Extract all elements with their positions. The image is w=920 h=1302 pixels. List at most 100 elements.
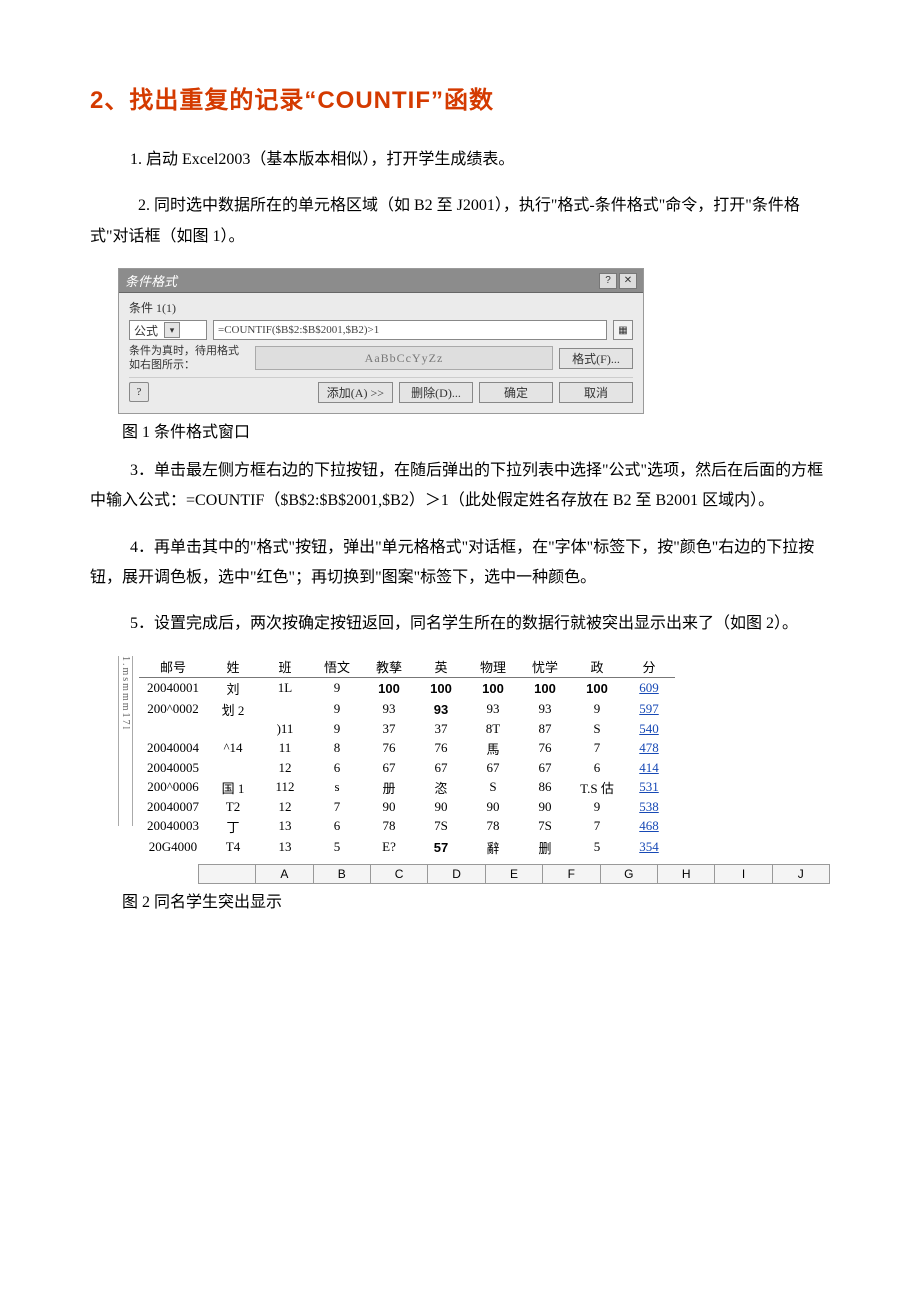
- figure-2-table: 1.msmmm17l 邮号姓班悟文教孳英物理忧学政分 20040001刘1L91…: [118, 656, 830, 858]
- table-row: 20040004^141187676馬767478: [139, 738, 675, 759]
- table-cell: 76: [519, 738, 571, 759]
- table-cell: 6: [571, 759, 623, 777]
- table-cell: 7S: [415, 816, 467, 837]
- table-cell: 11: [259, 738, 311, 759]
- table-cell: 馬: [467, 738, 519, 759]
- chevron-down-icon: ▾: [164, 322, 180, 338]
- table-cell: 90: [467, 798, 519, 816]
- table-cell: 7: [311, 798, 363, 816]
- column-letter-cell: J: [772, 864, 829, 883]
- table-cell: 100: [363, 677, 415, 699]
- step-1: 1. 启动 Excel2003（基本版本相似），打开学生成绩表。: [90, 145, 830, 175]
- column-letter-cell: G: [600, 864, 657, 883]
- table-cell: 90: [519, 798, 571, 816]
- column-letter-cell: I: [715, 864, 772, 883]
- table-cell: 12: [259, 798, 311, 816]
- table-cell: 200^0006: [139, 777, 207, 798]
- table-cell: 9: [311, 699, 363, 720]
- table-cell: T.S 估: [571, 777, 623, 798]
- table-cell: [207, 759, 259, 777]
- column-letter-cell: C: [370, 864, 427, 883]
- table-cell: 20040005: [139, 759, 207, 777]
- table-cell: 5: [311, 837, 363, 858]
- table-cell: 90: [415, 798, 467, 816]
- table-cell: 67: [467, 759, 519, 777]
- table-cell: 刘: [207, 677, 259, 699]
- table-cell: 8: [311, 738, 363, 759]
- table-cell: 597: [623, 699, 675, 720]
- table-cell: 9: [311, 677, 363, 699]
- step-5: 5．设置完成后，两次按确定按钮返回，同名学生所在的数据行就被突出显示出来了（如图…: [90, 609, 830, 639]
- column-letter-cell: F: [543, 864, 600, 883]
- table-cell: 57: [415, 837, 467, 858]
- table-cell: 9: [311, 720, 363, 738]
- step-3: 3．单击最左侧方框右边的下拉按钮，在随后弹出的下拉列表中选择"公式"选项，然后在…: [90, 456, 830, 517]
- table-cell: T2: [207, 798, 259, 816]
- table-cell: 13: [259, 837, 311, 858]
- table-cell: )11: [259, 720, 311, 738]
- table-cell: 86: [519, 777, 571, 798]
- column-letter-cell: E: [485, 864, 542, 883]
- table-header-cell: 政: [571, 656, 623, 678]
- table-row: 200^0002划 29939393939597: [139, 699, 675, 720]
- dialog-titlebar: 条件格式 ? ✕: [119, 269, 643, 293]
- row-number-gutter: 1.msmmm17l: [118, 656, 133, 826]
- table-cell: 90: [363, 798, 415, 816]
- table-cell: 478: [623, 738, 675, 759]
- table-cell: 93: [519, 699, 571, 720]
- step-4: 4．再单击其中的"格式"按钮，弹出"单元格格式"对话框，在"字体"标签下，按"颜…: [90, 533, 830, 594]
- table-header-cell: 悟文: [311, 656, 363, 678]
- condition-type-dropdown[interactable]: 公式 ▾: [129, 320, 207, 340]
- close-icon[interactable]: ✕: [619, 273, 637, 289]
- page: 2、找出重复的记录“COUNTIF”函数 1. 启动 Excel2003（基本版…: [0, 0, 920, 1302]
- table-cell: 87: [519, 720, 571, 738]
- column-letter-cell: D: [428, 864, 485, 883]
- figure-2-caption: 图 2 同名学生突出显示: [90, 888, 830, 912]
- table-cell: 9: [571, 699, 623, 720]
- table-cell: 93: [363, 699, 415, 720]
- table-cell: S: [467, 777, 519, 798]
- table-header-cell: 英: [415, 656, 467, 678]
- table-cell: 354: [623, 837, 675, 858]
- table-cell: 恣: [415, 777, 467, 798]
- format-button[interactable]: 格式(F)...: [559, 348, 633, 369]
- format-preview: AaBbCcYyZz: [255, 346, 553, 370]
- table-cell: 468: [623, 816, 675, 837]
- table-row: 20G4000T4135E?57辭删5354: [139, 837, 675, 858]
- table-cell: 7S: [519, 816, 571, 837]
- table-cell: 67: [519, 759, 571, 777]
- condition-group-label: 条件 1(1): [129, 299, 633, 316]
- table-cell: E?: [363, 837, 415, 858]
- formula-input[interactable]: =COUNTIF($B$2:$B$2001,$B2)>1: [213, 320, 607, 340]
- table-cell: 93: [415, 699, 467, 720]
- cancel-button[interactable]: 取消: [559, 382, 633, 403]
- table-cell: 8T: [467, 720, 519, 738]
- dialog-body: 条件 1(1) 公式 ▾ =COUNTIF($B$2:$B$2001,$B2)>…: [119, 293, 643, 413]
- table-cell: 6: [311, 816, 363, 837]
- table-cell: 100: [415, 677, 467, 699]
- table-cell: 6: [311, 759, 363, 777]
- table-cell: 册: [363, 777, 415, 798]
- table-cell: 78: [363, 816, 415, 837]
- column-letter-cell: B: [313, 864, 370, 883]
- table-cell: 93: [467, 699, 519, 720]
- delete-button[interactable]: 删除(D)...: [399, 382, 473, 403]
- table-cell: 20040007: [139, 798, 207, 816]
- table-cell: 7: [571, 738, 623, 759]
- preview-hint: 条件为真时，待用格式如右图所示：: [129, 344, 249, 373]
- table-header-cell: 物理: [467, 656, 519, 678]
- help-icon[interactable]: ?: [599, 273, 617, 289]
- ok-button[interactable]: 确定: [479, 382, 553, 403]
- add-button[interactable]: 添加(A) >>: [318, 382, 393, 403]
- table-cell: 78: [467, 816, 519, 837]
- table-header-cell: 姓: [207, 656, 259, 678]
- table-row: 20040001刘1L9100100100100100609: [139, 677, 675, 699]
- table-cell: ^14: [207, 738, 259, 759]
- range-picker-icon[interactable]: ▦: [613, 320, 633, 340]
- table-cell: [139, 720, 207, 738]
- grades-table: 邮号姓班悟文教孳英物理忧学政分 20040001刘1L9100100100100…: [139, 656, 675, 858]
- table-cell: 609: [623, 677, 675, 699]
- table-cell: 12: [259, 759, 311, 777]
- table-cell: 538: [623, 798, 675, 816]
- dialog-help-icon[interactable]: ?: [129, 382, 149, 402]
